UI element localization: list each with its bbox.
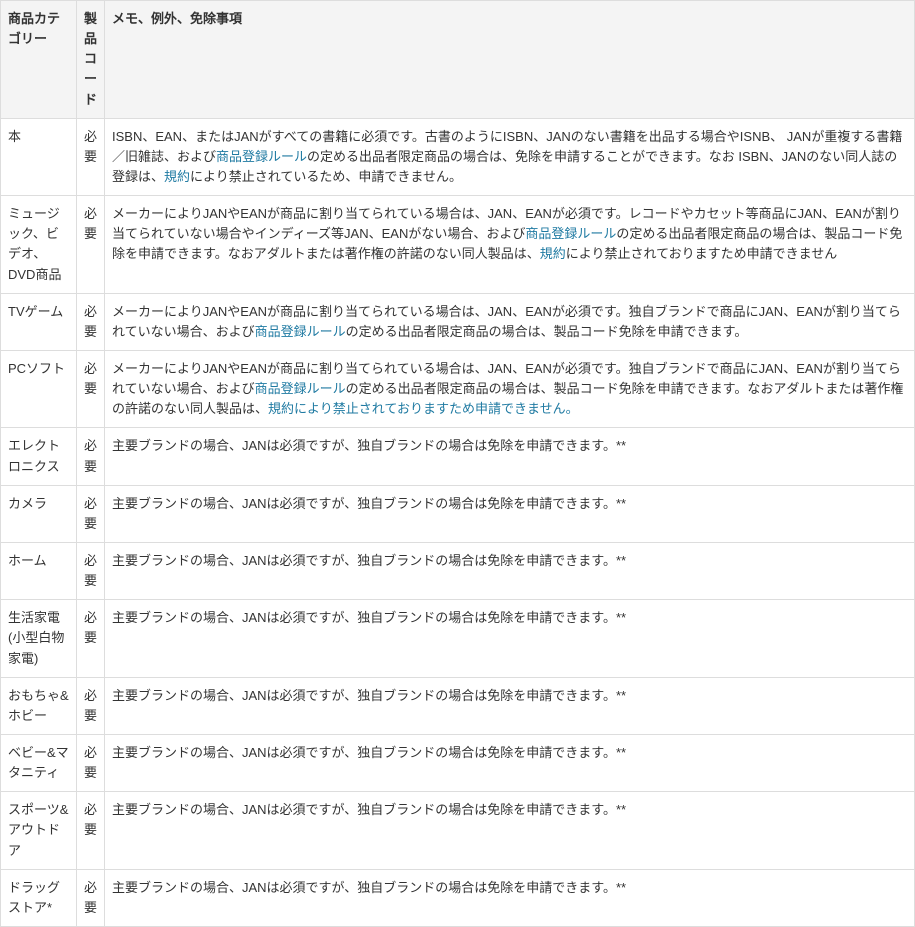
cell-category: スポーツ&アウトドア bbox=[1, 792, 77, 869]
cell-code: 必要 bbox=[77, 118, 105, 195]
inline-link[interactable]: 商品登録ルール bbox=[255, 381, 346, 396]
inline-link[interactable]: 商品登録ルール bbox=[255, 324, 346, 339]
cell-notes: メーカーによりJANやEANが商品に割り当てられている場合は、JAN、EANが必… bbox=[105, 350, 915, 427]
table-row: カメラ必要主要ブランドの場合、JANは必須ですが、独自ブランドの場合は免除を申請… bbox=[1, 485, 915, 542]
cell-notes: 主要ブランドの場合、JANは必須ですが、独自ブランドの場合は免除を申請できます。… bbox=[105, 792, 915, 869]
cell-category: ホーム bbox=[1, 542, 77, 599]
cell-notes: 主要ブランドの場合、JANは必須ですが、独自ブランドの場合は免除を申請できます。… bbox=[105, 428, 915, 485]
table-row: 生活家電(小型白物家電)必要主要ブランドの場合、JANは必須ですが、独自ブランド… bbox=[1, 600, 915, 677]
cell-notes: メーカーによりJANやEANが商品に割り当てられている場合は、JAN、EANが必… bbox=[105, 196, 915, 294]
notes-text: 主要ブランドの場合、JANは必須ですが、独自ブランドの場合は免除を申請できます。… bbox=[112, 496, 626, 511]
cell-code: 必要 bbox=[77, 293, 105, 350]
table-row: エレクトロニクス必要主要ブランドの場合、JANは必須ですが、独自ブランドの場合は… bbox=[1, 428, 915, 485]
cell-notes: 主要ブランドの場合、JANは必須ですが、独自ブランドの場合は免除を申請できます。… bbox=[105, 542, 915, 599]
table-row: おもちゃ&ホビー必要主要ブランドの場合、JANは必須ですが、独自ブランドの場合は… bbox=[1, 677, 915, 734]
inline-link[interactable]: 商品登録ルール bbox=[525, 226, 616, 241]
table-row: ドラッグストア*必要主要ブランドの場合、JANは必須ですが、独自ブランドの場合は… bbox=[1, 869, 915, 926]
cell-notes: 主要ブランドの場合、JANは必須ですが、独自ブランドの場合は免除を申請できます。… bbox=[105, 600, 915, 677]
inline-link[interactable]: 商品登録ルール bbox=[216, 149, 307, 164]
cell-code: 必要 bbox=[77, 485, 105, 542]
cell-code: 必要 bbox=[77, 869, 105, 926]
inline-link[interactable]: 規約 bbox=[164, 169, 190, 184]
notes-text: の定める出品者限定商品の場合は、製品コード免除を申請できます。 bbox=[346, 324, 748, 339]
cell-code: 必要 bbox=[77, 542, 105, 599]
table-row: PCソフト必要メーカーによりJANやEANが商品に割り当てられている場合は、JA… bbox=[1, 350, 915, 427]
cell-notes: 主要ブランドの場合、JANは必須ですが、独自ブランドの場合は免除を申請できます。… bbox=[105, 677, 915, 734]
cell-code: 必要 bbox=[77, 600, 105, 677]
notes-text: 主要ブランドの場合、JANは必須ですが、独自ブランドの場合は免除を申請できます。… bbox=[112, 880, 626, 895]
product-code-table: 商品カテゴリー 製品コード メモ、例外、免除事項 本必要ISBN、EAN、または… bbox=[0, 0, 915, 927]
cell-category: カメラ bbox=[1, 485, 77, 542]
table-row: TVゲーム必要メーカーによりJANやEANが商品に割り当てられている場合は、JA… bbox=[1, 293, 915, 350]
notes-text: 主要ブランドの場合、JANは必須ですが、独自ブランドの場合は免除を申請できます。… bbox=[112, 438, 626, 453]
header-notes: メモ、例外、免除事項 bbox=[105, 1, 915, 119]
cell-notes: 主要ブランドの場合、JANは必須ですが、独自ブランドの場合は免除を申請できます。… bbox=[105, 734, 915, 791]
cell-category: おもちゃ&ホビー bbox=[1, 677, 77, 734]
notes-text: 主要ブランドの場合、JANは必須ですが、独自ブランドの場合は免除を申請できます。… bbox=[112, 610, 626, 625]
cell-category: ミュージック、ビデオ、DVD商品 bbox=[1, 196, 77, 294]
notes-text: 主要ブランドの場合、JANは必須ですが、独自ブランドの場合は免除を申請できます。… bbox=[112, 553, 626, 568]
cell-notes: 主要ブランドの場合、JANは必須ですが、独自ブランドの場合は免除を申請できます。… bbox=[105, 869, 915, 926]
table-row: スポーツ&アウトドア必要主要ブランドの場合、JANは必須ですが、独自ブランドの場… bbox=[1, 792, 915, 869]
notes-text: により禁止されておりますため申請できません bbox=[566, 246, 838, 261]
cell-category: エレクトロニクス bbox=[1, 428, 77, 485]
table-row: 本必要ISBN、EAN、またはJANがすべての書籍に必須です。古書のようにISB… bbox=[1, 118, 915, 195]
cell-code: 必要 bbox=[77, 196, 105, 294]
cell-category: 本 bbox=[1, 118, 77, 195]
cell-code: 必要 bbox=[77, 677, 105, 734]
table-header-row: 商品カテゴリー 製品コード メモ、例外、免除事項 bbox=[1, 1, 915, 119]
notes-text: 主要ブランドの場合、JANは必須ですが、独自ブランドの場合は免除を申請できます。… bbox=[112, 745, 626, 760]
cell-code: 必要 bbox=[77, 428, 105, 485]
cell-category: ドラッグストア* bbox=[1, 869, 77, 926]
cell-notes: ISBN、EAN、またはJANがすべての書籍に必須です。古書のようにISBN、J… bbox=[105, 118, 915, 195]
notes-text: により禁止されているため、申請できません。 bbox=[190, 169, 462, 184]
inline-link[interactable]: 規約 bbox=[540, 246, 566, 261]
header-category: 商品カテゴリー bbox=[1, 1, 77, 119]
cell-category: PCソフト bbox=[1, 350, 77, 427]
table-row: ベビー&マタニティ必要主要ブランドの場合、JANは必須ですが、独自ブランドの場合… bbox=[1, 734, 915, 791]
notes-text: 主要ブランドの場合、JANは必須ですが、独自ブランドの場合は免除を申請できます。… bbox=[112, 802, 626, 817]
cell-code: 必要 bbox=[77, 350, 105, 427]
cell-code: 必要 bbox=[77, 734, 105, 791]
notes-text: 主要ブランドの場合、JANは必須ですが、独自ブランドの場合は免除を申請できます。… bbox=[112, 688, 626, 703]
cell-code: 必要 bbox=[77, 792, 105, 869]
header-code: 製品コード bbox=[77, 1, 105, 119]
cell-notes: 主要ブランドの場合、JANは必須ですが、独自ブランドの場合は免除を申請できます。… bbox=[105, 485, 915, 542]
cell-notes: メーカーによりJANやEANが商品に割り当てられている場合は、JAN、EANが必… bbox=[105, 293, 915, 350]
inline-link[interactable]: 規約により禁止されておりますため申請できません。 bbox=[268, 401, 579, 416]
cell-category: 生活家電(小型白物家電) bbox=[1, 600, 77, 677]
table-row: ホーム必要主要ブランドの場合、JANは必須ですが、独自ブランドの場合は免除を申請… bbox=[1, 542, 915, 599]
cell-category: TVゲーム bbox=[1, 293, 77, 350]
table-row: ミュージック、ビデオ、DVD商品必要メーカーによりJANやEANが商品に割り当て… bbox=[1, 196, 915, 294]
cell-category: ベビー&マタニティ bbox=[1, 734, 77, 791]
